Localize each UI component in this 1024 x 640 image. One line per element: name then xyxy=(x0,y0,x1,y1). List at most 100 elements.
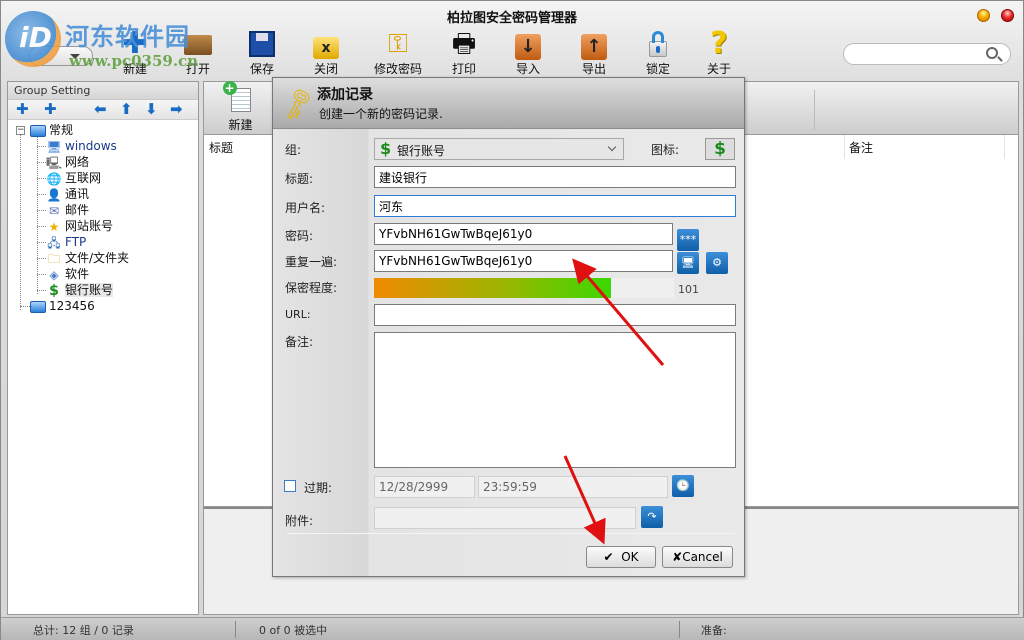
close-window-button[interactable] xyxy=(1001,9,1014,22)
main-window: 柏拉图安全密码管理器 ✚ 新建 打开 保存 x 关闭 ⚿ 修改密码 🖶 打印 ↓… xyxy=(0,0,1024,640)
tree-node-item[interactable]: ✉ 邮件 xyxy=(8,202,198,218)
toolbar-label: 保存 xyxy=(249,62,274,76)
app-title: 柏拉图安全密码管理器 xyxy=(446,11,577,26)
arrow-down-icon[interactable]: ⬇ xyxy=(145,101,158,118)
group-panel: Group Setting ✚ ✚ ⬅ ⬆ ⬇ ➡ − 常规 🖥 windows 🖳… xyxy=(7,81,199,615)
title-bar: 柏拉图安全密码管理器 xyxy=(1,1,1023,29)
status-ready: 准备: xyxy=(701,624,727,637)
show-password-button[interactable]: *** xyxy=(677,229,699,251)
notes-textarea[interactable] xyxy=(374,332,736,468)
new-record-button[interactable]: 新建 xyxy=(204,81,278,134)
group-select-value: 银行账号 xyxy=(397,144,446,158)
icon-picker-button[interactable]: $ xyxy=(705,138,735,160)
arrow-right-icon[interactable]: ➡ xyxy=(170,101,183,118)
password-strength-value: 101 xyxy=(678,283,699,296)
username-input[interactable] xyxy=(374,195,736,217)
tree-node-general[interactable]: − 常规 xyxy=(8,122,198,138)
tree-node-item[interactable]: 🖥 windows xyxy=(8,138,198,154)
toolbar-close-button[interactable]: x 关闭 xyxy=(296,29,356,79)
save-disk-icon xyxy=(246,29,278,59)
expire-picker-button[interactable]: 🕒 xyxy=(672,475,694,497)
tree-node-item[interactable]: 🌐 互联网 xyxy=(8,170,198,186)
tree-node-label: 网络 xyxy=(65,155,90,169)
view-dropdown[interactable] xyxy=(29,46,93,66)
arrow-left-icon[interactable]: ⬅ xyxy=(94,101,107,118)
toolbar-lock-button[interactable]: 锁定 xyxy=(628,29,688,79)
file-folder-icon: 🗀 xyxy=(47,251,60,266)
tree-node-label: 网站账号 xyxy=(65,219,114,233)
tree-node-item[interactable]: ★ 网站账号 xyxy=(8,218,198,234)
minimize-button[interactable] xyxy=(977,9,990,22)
search-icon[interactable] xyxy=(986,47,998,59)
printer-icon: 🖶 xyxy=(451,29,477,59)
toolbar-open-button[interactable]: 打开 xyxy=(168,29,228,79)
toolbar-import-button[interactable]: ↓ 导入 xyxy=(498,29,558,79)
strength-label: 保密程度: xyxy=(285,281,338,295)
toolbar-label: 关于 xyxy=(706,62,731,76)
expire-label: 过期: xyxy=(304,481,333,495)
tree-node-item[interactable]: 👤 通讯 xyxy=(8,186,198,202)
expire-checkbox[interactable] xyxy=(284,480,296,492)
title-label: 标题: xyxy=(285,172,314,186)
notes-label: 备注: xyxy=(285,335,314,349)
new-document-icon xyxy=(222,81,251,112)
group-label: 组: xyxy=(285,143,302,157)
tree-node-label: 互联网 xyxy=(65,171,102,185)
new-database-icon: ✚ xyxy=(122,26,148,61)
tree-node-label: 常规 xyxy=(49,123,74,137)
arrow-up-icon[interactable]: ⬆ xyxy=(120,101,133,118)
attachment-input[interactable] xyxy=(374,507,636,529)
cancel-button[interactable]: ✘Cancel xyxy=(662,546,733,568)
url-input[interactable] xyxy=(374,304,736,326)
clock-icon: 🕒 xyxy=(676,479,690,492)
password-generator-button[interactable]: ⚙ xyxy=(706,252,728,274)
column-header-title[interactable]: 标题 xyxy=(209,139,233,156)
folder-icon xyxy=(30,124,46,137)
toolbar-label: 修改密码 xyxy=(373,62,422,76)
expire-time-input[interactable] xyxy=(478,476,668,498)
collapse-icon[interactable]: − xyxy=(16,126,25,135)
toolbar-export-button[interactable]: ↑ 导出 xyxy=(564,29,624,79)
toolbar-label: 关闭 xyxy=(313,62,338,76)
group-select[interactable]: $ 银行账号 xyxy=(374,138,624,160)
toolbar-label: 新建 xyxy=(122,62,147,76)
ok-button[interactable]: ✔ OK xyxy=(586,546,656,568)
tree-node-item[interactable]: 🖧 FTP xyxy=(8,234,198,250)
search-box[interactable] xyxy=(843,43,1011,65)
import-icon: ↓ xyxy=(512,29,544,60)
toolbar-about-button[interactable]: ? 关于 xyxy=(689,29,749,79)
username-label: 用户名: xyxy=(285,201,326,215)
tree-node-item[interactable]: $ 银行账号 xyxy=(8,282,198,298)
repeat-password-input[interactable] xyxy=(374,250,673,272)
toolbar-label: 打印 xyxy=(451,62,476,76)
expire-date-input[interactable] xyxy=(374,476,475,498)
open-folder-icon xyxy=(182,29,214,59)
dollar-icon: $ xyxy=(380,139,392,158)
screen-keyboard-button[interactable]: 🖥 xyxy=(677,252,699,274)
search-input[interactable] xyxy=(854,47,979,62)
attach-file-button[interactable]: ↷ xyxy=(641,506,663,528)
toolbar-save-button[interactable]: 保存 xyxy=(232,29,292,79)
group-tree: − 常规 🖥 windows 🖳 网络 🌐 互联网 👤 通讯 ✉ 邮件 ★ 网站账号 🖧 FTP 🗀 文件/文… xyxy=(8,120,198,314)
contact-icon: 👤 xyxy=(46,187,62,202)
dollar-icon: $ xyxy=(714,139,726,159)
password-input[interactable] xyxy=(374,223,673,245)
title-input[interactable] xyxy=(374,166,736,188)
folder-icon xyxy=(30,300,46,313)
toolbar-print-button[interactable]: 🖶 打印 xyxy=(434,29,494,79)
ftp-icon: 🖧 xyxy=(47,235,61,250)
mail-icon: ✉ xyxy=(48,203,60,218)
toolbar-label: 锁定 xyxy=(645,62,670,76)
change-password-keys-icon: ⚿ xyxy=(388,29,408,59)
dollar-icon: $ xyxy=(49,282,59,299)
column-header-notes[interactable]: 备注 xyxy=(849,139,873,156)
add-group-icon[interactable]: ✚ xyxy=(16,101,29,118)
software-icon: ◈ xyxy=(49,267,59,282)
toolbar-new-button[interactable]: ✚ 新建 xyxy=(105,29,165,79)
tree-node-item[interactable]: ◈ 软件 xyxy=(8,266,198,282)
tree-node-item[interactable]: 🖳 网络 xyxy=(8,154,198,170)
add-subgroup-icon[interactable]: ✚ xyxy=(44,101,57,118)
tree-node-item[interactable]: 🗀 文件/文件夹 xyxy=(8,250,198,266)
tree-node-123456[interactable]: 123456 xyxy=(8,298,198,314)
toolbar-change-password-button[interactable]: ⚿ 修改密码 xyxy=(368,29,428,79)
